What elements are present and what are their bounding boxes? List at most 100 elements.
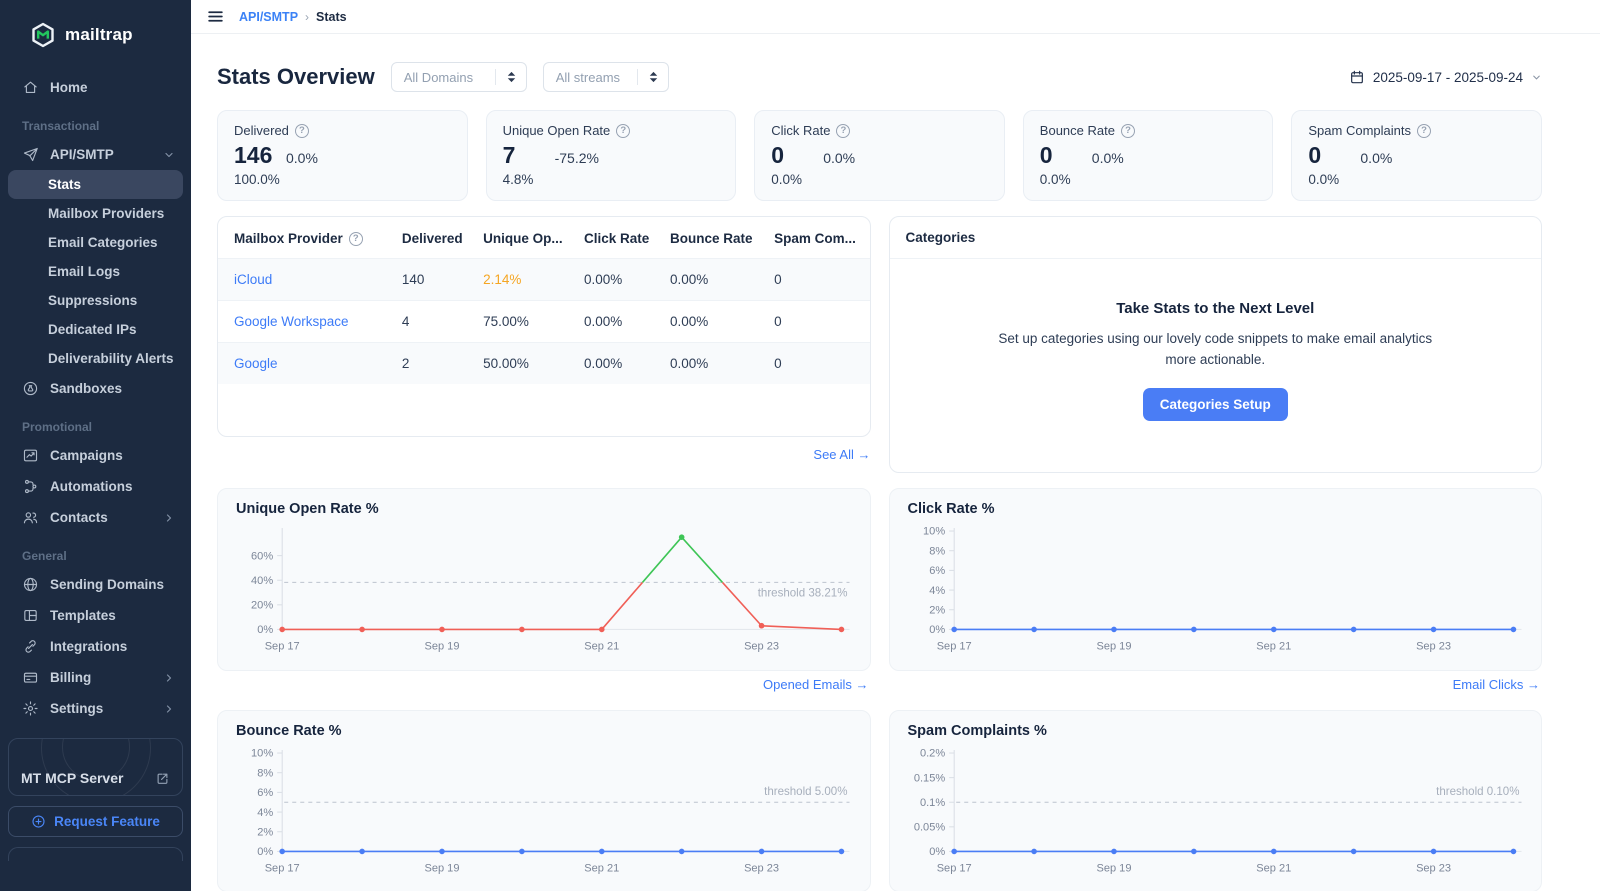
sidebar-item-label: Sandboxes bbox=[50, 381, 123, 396]
topbar: API/SMTP › Stats bbox=[191, 0, 1600, 34]
content: Stats Overview All Domains All streams 2… bbox=[191, 34, 1600, 891]
sidebar-nav: Home Transactional API/SMTP Stats Mailbox Pr… bbox=[0, 72, 191, 724]
sidebar-item-label: Templates bbox=[50, 608, 116, 623]
svg-text:0%: 0% bbox=[929, 846, 945, 858]
sidebar-item-sandboxes[interactable]: Sandboxes bbox=[8, 373, 183, 404]
svg-text:0.1%: 0.1% bbox=[919, 797, 944, 809]
sandbox-icon bbox=[22, 380, 39, 397]
cell-click-rate: 0.00% bbox=[576, 258, 662, 301]
stat-card-value: 7 bbox=[502, 142, 516, 168]
help-icon[interactable]: ? bbox=[348, 231, 363, 246]
sidebar-item-email-logs[interactable]: Email Logs bbox=[8, 257, 183, 286]
svg-text:6%: 6% bbox=[929, 565, 945, 577]
sidebar-item-settings[interactable]: Settings bbox=[8, 693, 183, 724]
see-all-link[interactable]: See All → bbox=[217, 447, 870, 462]
provider-link[interactable]: Google bbox=[234, 356, 278, 371]
svg-text:0.05%: 0.05% bbox=[913, 821, 944, 833]
cell-bounce-rate: 0.00% bbox=[661, 258, 767, 301]
breadcrumb-parent-link[interactable]: API/SMTP bbox=[239, 10, 298, 24]
svg-text:10%: 10% bbox=[251, 747, 273, 759]
sidebar-section-label: Promotional bbox=[22, 420, 93, 434]
sidebar-section-label: General bbox=[22, 549, 67, 563]
mailtrap-logo[interactable]: mailtrap bbox=[0, 0, 191, 72]
table-column-header: Spam Com... bbox=[774, 231, 856, 246]
stat-card-value: 0 bbox=[1039, 142, 1053, 168]
help-icon[interactable]: ? bbox=[1417, 123, 1431, 138]
sidebar-item-label: API/SMTP bbox=[50, 147, 114, 162]
chart-title: Unique Open Rate % bbox=[236, 501, 379, 517]
help-icon[interactable]: ? bbox=[836, 123, 851, 138]
stat-card-delta: 0.0% bbox=[1360, 150, 1393, 166]
mcp-server-card[interactable]: MT MCP Server bbox=[8, 738, 183, 796]
svg-text:Sep 19: Sep 19 bbox=[1096, 862, 1131, 874]
provider-link[interactable]: Google Workspace bbox=[234, 314, 349, 329]
chevron-down-icon bbox=[1531, 72, 1542, 83]
svg-text:0%: 0% bbox=[257, 624, 273, 636]
cell-delivered: 4 bbox=[393, 300, 476, 343]
calendar-icon bbox=[1349, 69, 1365, 85]
provider-link[interactable]: iCloud bbox=[234, 272, 272, 287]
stat-card-bounce-rate: Bounce Rate? 0 0.0% 0.0% bbox=[1022, 110, 1274, 201]
menu-icon[interactable] bbox=[205, 6, 226, 27]
categories-setup-button[interactable]: Categories Setup bbox=[1142, 388, 1288, 422]
svg-text:2%: 2% bbox=[929, 604, 945, 616]
svg-text:40%: 40% bbox=[251, 575, 273, 587]
sidebar-item-label: Email Categories bbox=[48, 235, 158, 250]
sidebar-item-label: Stats bbox=[48, 177, 82, 192]
sidebar-item-label: Deliverability Alerts bbox=[48, 351, 174, 366]
sidebar-item-sending-domains[interactable]: Sending Domains bbox=[8, 569, 183, 600]
sidebar-item-label: Settings bbox=[50, 701, 104, 716]
sidebar-item-home[interactable]: Home bbox=[8, 72, 183, 103]
date-range-picker[interactable]: 2025-09-17 - 2025-09-24 bbox=[1349, 69, 1542, 85]
svg-text:2%: 2% bbox=[257, 826, 273, 838]
sidebar-item-campaigns[interactable]: Campaigns bbox=[8, 440, 183, 471]
sidebar-item-dedicated-ips[interactable]: Dedicated IPs bbox=[8, 315, 183, 344]
chevron-right-icon bbox=[163, 672, 175, 684]
sidebar-item-email-categories[interactable]: Email Categories bbox=[8, 228, 183, 257]
stat-card-unique-open-rate: Unique Open Rate? 7 -75.2% 4.8% bbox=[485, 110, 737, 201]
categories-card: Categories Take Stats to the Next Level … bbox=[888, 216, 1542, 473]
chart-link[interactable]: Email Clicks → bbox=[889, 677, 1540, 694]
chart-plot: 0% 20% 40% 60% threshold 38.21% Sep 17 Sep 19 S… bbox=[251, 528, 850, 653]
table-column-header: Delivered bbox=[401, 231, 463, 246]
sidebar-item-automations[interactable]: Automations bbox=[8, 471, 183, 502]
streams-select[interactable]: All streams bbox=[542, 62, 669, 92]
svg-text:Sep 17: Sep 17 bbox=[265, 862, 300, 874]
sidebar-item-billing[interactable]: Billing bbox=[8, 662, 183, 693]
cell-spam: 0 bbox=[766, 258, 870, 301]
help-icon[interactable]: ? bbox=[616, 123, 631, 138]
stat-card-sub-value: 0.0% bbox=[771, 172, 802, 187]
sidebar-item-integrations[interactable]: Integrations bbox=[8, 631, 183, 662]
chart-title: Spam Complaints % bbox=[907, 722, 1047, 739]
sidebar-partial-card bbox=[8, 847, 183, 861]
title-row: Stats Overview All Domains All streams 2… bbox=[217, 62, 1542, 92]
chart-link[interactable]: Opened Emails → bbox=[217, 677, 869, 694]
domains-select[interactable]: All Domains bbox=[390, 62, 527, 92]
svg-text:6%: 6% bbox=[257, 787, 273, 799]
help-icon[interactable]: ? bbox=[294, 123, 309, 138]
plus-circle-icon bbox=[31, 814, 46, 829]
sidebar-item-contacts[interactable]: Contacts bbox=[8, 502, 183, 533]
chart-card-bounce-rate-: Bounce Rate % 0% 2% 4% 6% 8% 10% threshold 5.00… bbox=[217, 709, 871, 891]
sidebar-item-api-smtp[interactable]: API/SMTP bbox=[8, 139, 183, 170]
cell-bounce-rate: 0.00% bbox=[661, 300, 767, 343]
sidebar-item-suppressions[interactable]: Suppressions bbox=[8, 286, 183, 315]
sidebar-item-templates[interactable]: Templates bbox=[8, 600, 183, 631]
stat-card-label: Click Rate bbox=[771, 123, 831, 138]
sidebar-item-deliverability-alerts[interactable]: Deliverability Alerts bbox=[8, 344, 183, 373]
svg-text:Sep 23: Sep 23 bbox=[1416, 862, 1451, 874]
sidebar-item-label: Email Logs bbox=[48, 264, 121, 279]
stat-card-delta: 0.0% bbox=[286, 150, 318, 166]
domains-select-value: All Domains bbox=[403, 69, 474, 85]
table-row: iCloud 140 2.14% 0.00% 0.00% 0 bbox=[218, 258, 870, 301]
sidebar-item-label: Campaigns bbox=[50, 448, 123, 463]
help-icon[interactable]: ? bbox=[1120, 123, 1135, 138]
request-feature-button[interactable]: Request Feature bbox=[8, 806, 183, 837]
svg-text:Sep 19: Sep 19 bbox=[424, 862, 459, 874]
sidebar-item-mailbox-providers[interactable]: Mailbox Providers bbox=[8, 199, 183, 228]
chart-plot: 0% 2% 4% 6% 8% 10% Sep 17 Sep 19 Sep 21 Sep 23 bbox=[923, 526, 1521, 653]
mailtrap-wordmark: mailtrap bbox=[65, 25, 133, 44]
sidebar-item-stats[interactable]: Stats bbox=[8, 170, 183, 199]
svg-text:10%: 10% bbox=[923, 526, 945, 538]
cell-delivered: 2 bbox=[393, 342, 476, 384]
